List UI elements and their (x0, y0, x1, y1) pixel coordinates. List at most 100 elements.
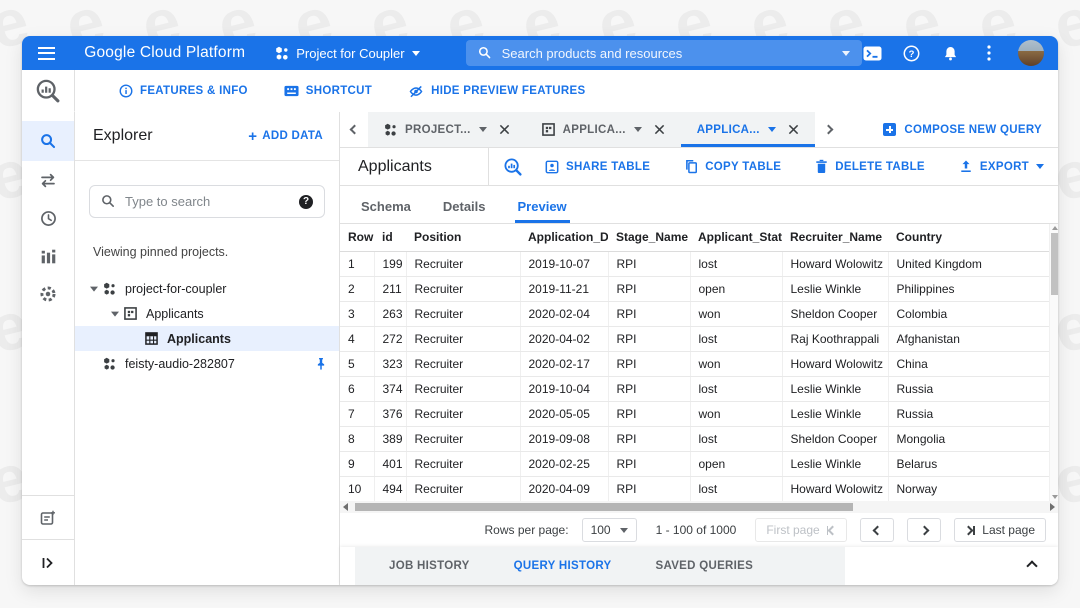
table-title: Applicants (358, 157, 432, 175)
tab-chevron-down-icon[interactable] (633, 127, 642, 132)
chevron-down-icon (411, 50, 420, 56)
cell-id: 376 (374, 401, 407, 427)
tab-chevron-down-icon[interactable] (767, 127, 776, 132)
tree-item-Applicants[interactable]: Applicants (75, 301, 339, 326)
scroll-left-icon[interactable] (343, 503, 348, 511)
tab-close-icon[interactable] (499, 124, 510, 135)
preview-table: RowidPositionApplication_DateStage_NameA… (340, 224, 1049, 501)
global-search-input[interactable]: Search products and resources (465, 40, 862, 66)
rows-per-page-value: 100 (590, 523, 611, 537)
detail-tab-schema[interactable]: Schema (358, 199, 414, 223)
export-button[interactable]: EXPORT (959, 159, 1044, 174)
vertical-scroll-thumb[interactable] (1051, 233, 1058, 295)
cell-Position: Recruiter (406, 326, 521, 352)
expander-caret-down-icon[interactable] (105, 309, 124, 318)
previous-page-button[interactable] (860, 518, 895, 542)
cloud-shell-icon[interactable] (862, 43, 882, 63)
cell-Position: Recruiter (406, 401, 521, 427)
info-icon (119, 84, 133, 98)
tree-item-Applicants[interactable]: Applicants (75, 326, 339, 351)
cell-id: 389 (374, 426, 407, 452)
tabs-scroll-right-button[interactable] (815, 112, 843, 147)
add-data-button[interactable]: + ADD DATA (248, 129, 323, 144)
query-editor-note-icon[interactable] (22, 495, 74, 539)
last-page-button[interactable]: Last page (954, 518, 1046, 542)
hide-preview-features-button[interactable]: HIDE PREVIEW FEATURES (408, 84, 585, 99)
tree-item-project-for-coupler[interactable]: project-for-coupler (75, 276, 339, 301)
cell-Country: China (888, 351, 1049, 377)
scroll-up-icon[interactable] (1051, 226, 1058, 230)
cell-id: 323 (374, 351, 407, 377)
scroll-right-icon[interactable] (1050, 503, 1055, 511)
rail-monitoring-icon[interactable] (22, 237, 74, 275)
query-tab-2[interactable]: APPLICA... (526, 112, 681, 147)
tabs-scroll-left-button[interactable] (340, 112, 368, 147)
first-page-label: First page (766, 523, 820, 537)
gcp-header: Google Cloud Platform Project for Couple… (22, 36, 1058, 70)
tab-close-icon[interactable] (788, 124, 799, 135)
project-name: Project for Coupler (296, 45, 405, 61)
horizontal-scroll-thumb[interactable] (355, 503, 854, 511)
notifications-bell-icon[interactable] (940, 43, 960, 63)
query-tab-strip: PROJECT... APPLICA... APPLICA... COMPOSE N… (340, 112, 1058, 148)
rail-transfers-icon[interactable] (22, 161, 74, 199)
expand-panel-icon[interactable] (22, 539, 74, 585)
cell-Stage_Name: RPI (608, 376, 691, 402)
bottom-tab-job-history[interactable]: JOB HISTORY (389, 560, 470, 572)
rail-search-item[interactable] (22, 121, 74, 161)
explorer-search-input[interactable]: Type to search ? (89, 185, 325, 218)
bottom-tab-saved-queries[interactable]: SAVED QUERIES (655, 560, 753, 572)
table-toolbar: Applicants SHARE TABLE COPY TABLE DELETE… (340, 148, 1058, 186)
rail-history-clock-icon[interactable] (22, 199, 74, 237)
pin-icon[interactable] (315, 356, 327, 371)
tree-item-feisty-audio-282807[interactable]: feisty-audio-282807 (75, 351, 339, 376)
column-header-Recruiter_Name: Recruiter_Name (782, 224, 888, 252)
column-header-Application_Date: Application_Date (520, 224, 608, 252)
project-icon (103, 282, 125, 295)
explorer-tree: project-for-coupler Applicants Applicants f… (75, 276, 339, 376)
cell-Position: Recruiter (406, 476, 521, 501)
project-selector[interactable]: Project for Coupler (275, 45, 420, 61)
vertical-scrollbar[interactable] (1049, 224, 1058, 501)
tab-chevron-down-icon[interactable] (478, 127, 487, 132)
menu-icon[interactable] (34, 41, 62, 65)
tab-close-icon[interactable] (654, 124, 665, 135)
detail-tab-preview[interactable]: Preview (514, 199, 570, 223)
rail-settings-gear-icon[interactable] (22, 275, 74, 313)
table-row: 9 401 Recruiter 2020-02-25 RPI open Leslie Win… (340, 451, 1049, 477)
select-chevron-icon (619, 527, 628, 533)
detail-tab-details[interactable]: Details (440, 199, 489, 223)
horizontal-scrollbar[interactable] (340, 501, 1058, 513)
compose-new-query-button[interactable]: COMPOSE NEW QUERY (867, 112, 1058, 147)
query-tab-label: APPLICA... (696, 123, 760, 136)
expander-caret-down-icon[interactable] (84, 284, 103, 293)
bigquery-logo-icon[interactable] (22, 70, 75, 112)
next-page-button[interactable] (907, 518, 942, 542)
pagination-range: 1 - 100 of 1000 (655, 523, 737, 537)
table-row: 10 494 Recruiter 2020-04-09 RPI lost Howard Wo… (340, 476, 1049, 501)
svg-text:?: ? (908, 49, 914, 60)
delete-table-button[interactable]: DELETE TABLE (815, 159, 925, 174)
user-avatar[interactable] (1018, 40, 1044, 66)
search-help-icon[interactable]: ? (299, 194, 313, 209)
shortcut-button[interactable]: SHORTCUT (284, 85, 372, 97)
query-tab-1[interactable]: PROJECT... (368, 112, 526, 147)
preview-features-bar: FEATURES & INFO SHORTCUT HIDE PREVIEW FE… (22, 70, 1058, 112)
collapse-panel-chevron-icon[interactable] (1026, 560, 1038, 572)
more-options-kebab-icon[interactable] (979, 43, 999, 63)
cell-Stage_Name: RPI (608, 326, 691, 352)
rows-per-page-select[interactable]: 100 (581, 518, 637, 542)
search-scope-chevron-icon[interactable] (842, 50, 850, 56)
cell-Country: Mongolia (888, 426, 1049, 452)
share-table-button[interactable]: SHARE TABLE (545, 160, 650, 174)
bottom-tab-query-history[interactable]: QUERY HISTORY (514, 560, 612, 572)
query-tab-3[interactable]: APPLICA... (681, 112, 815, 147)
features-info-button[interactable]: FEATURES & INFO (119, 84, 248, 98)
help-icon[interactable]: ? (901, 43, 921, 63)
cell-Application_Date: 2020-02-17 (520, 351, 609, 377)
copy-table-button[interactable]: COPY TABLE (684, 159, 781, 174)
dataset-icon (124, 307, 146, 320)
scroll-down-icon[interactable] (1051, 495, 1058, 499)
first-page-button[interactable]: First page (755, 518, 848, 542)
column-header-Applicant_Status: Applicant_Status (690, 224, 782, 252)
